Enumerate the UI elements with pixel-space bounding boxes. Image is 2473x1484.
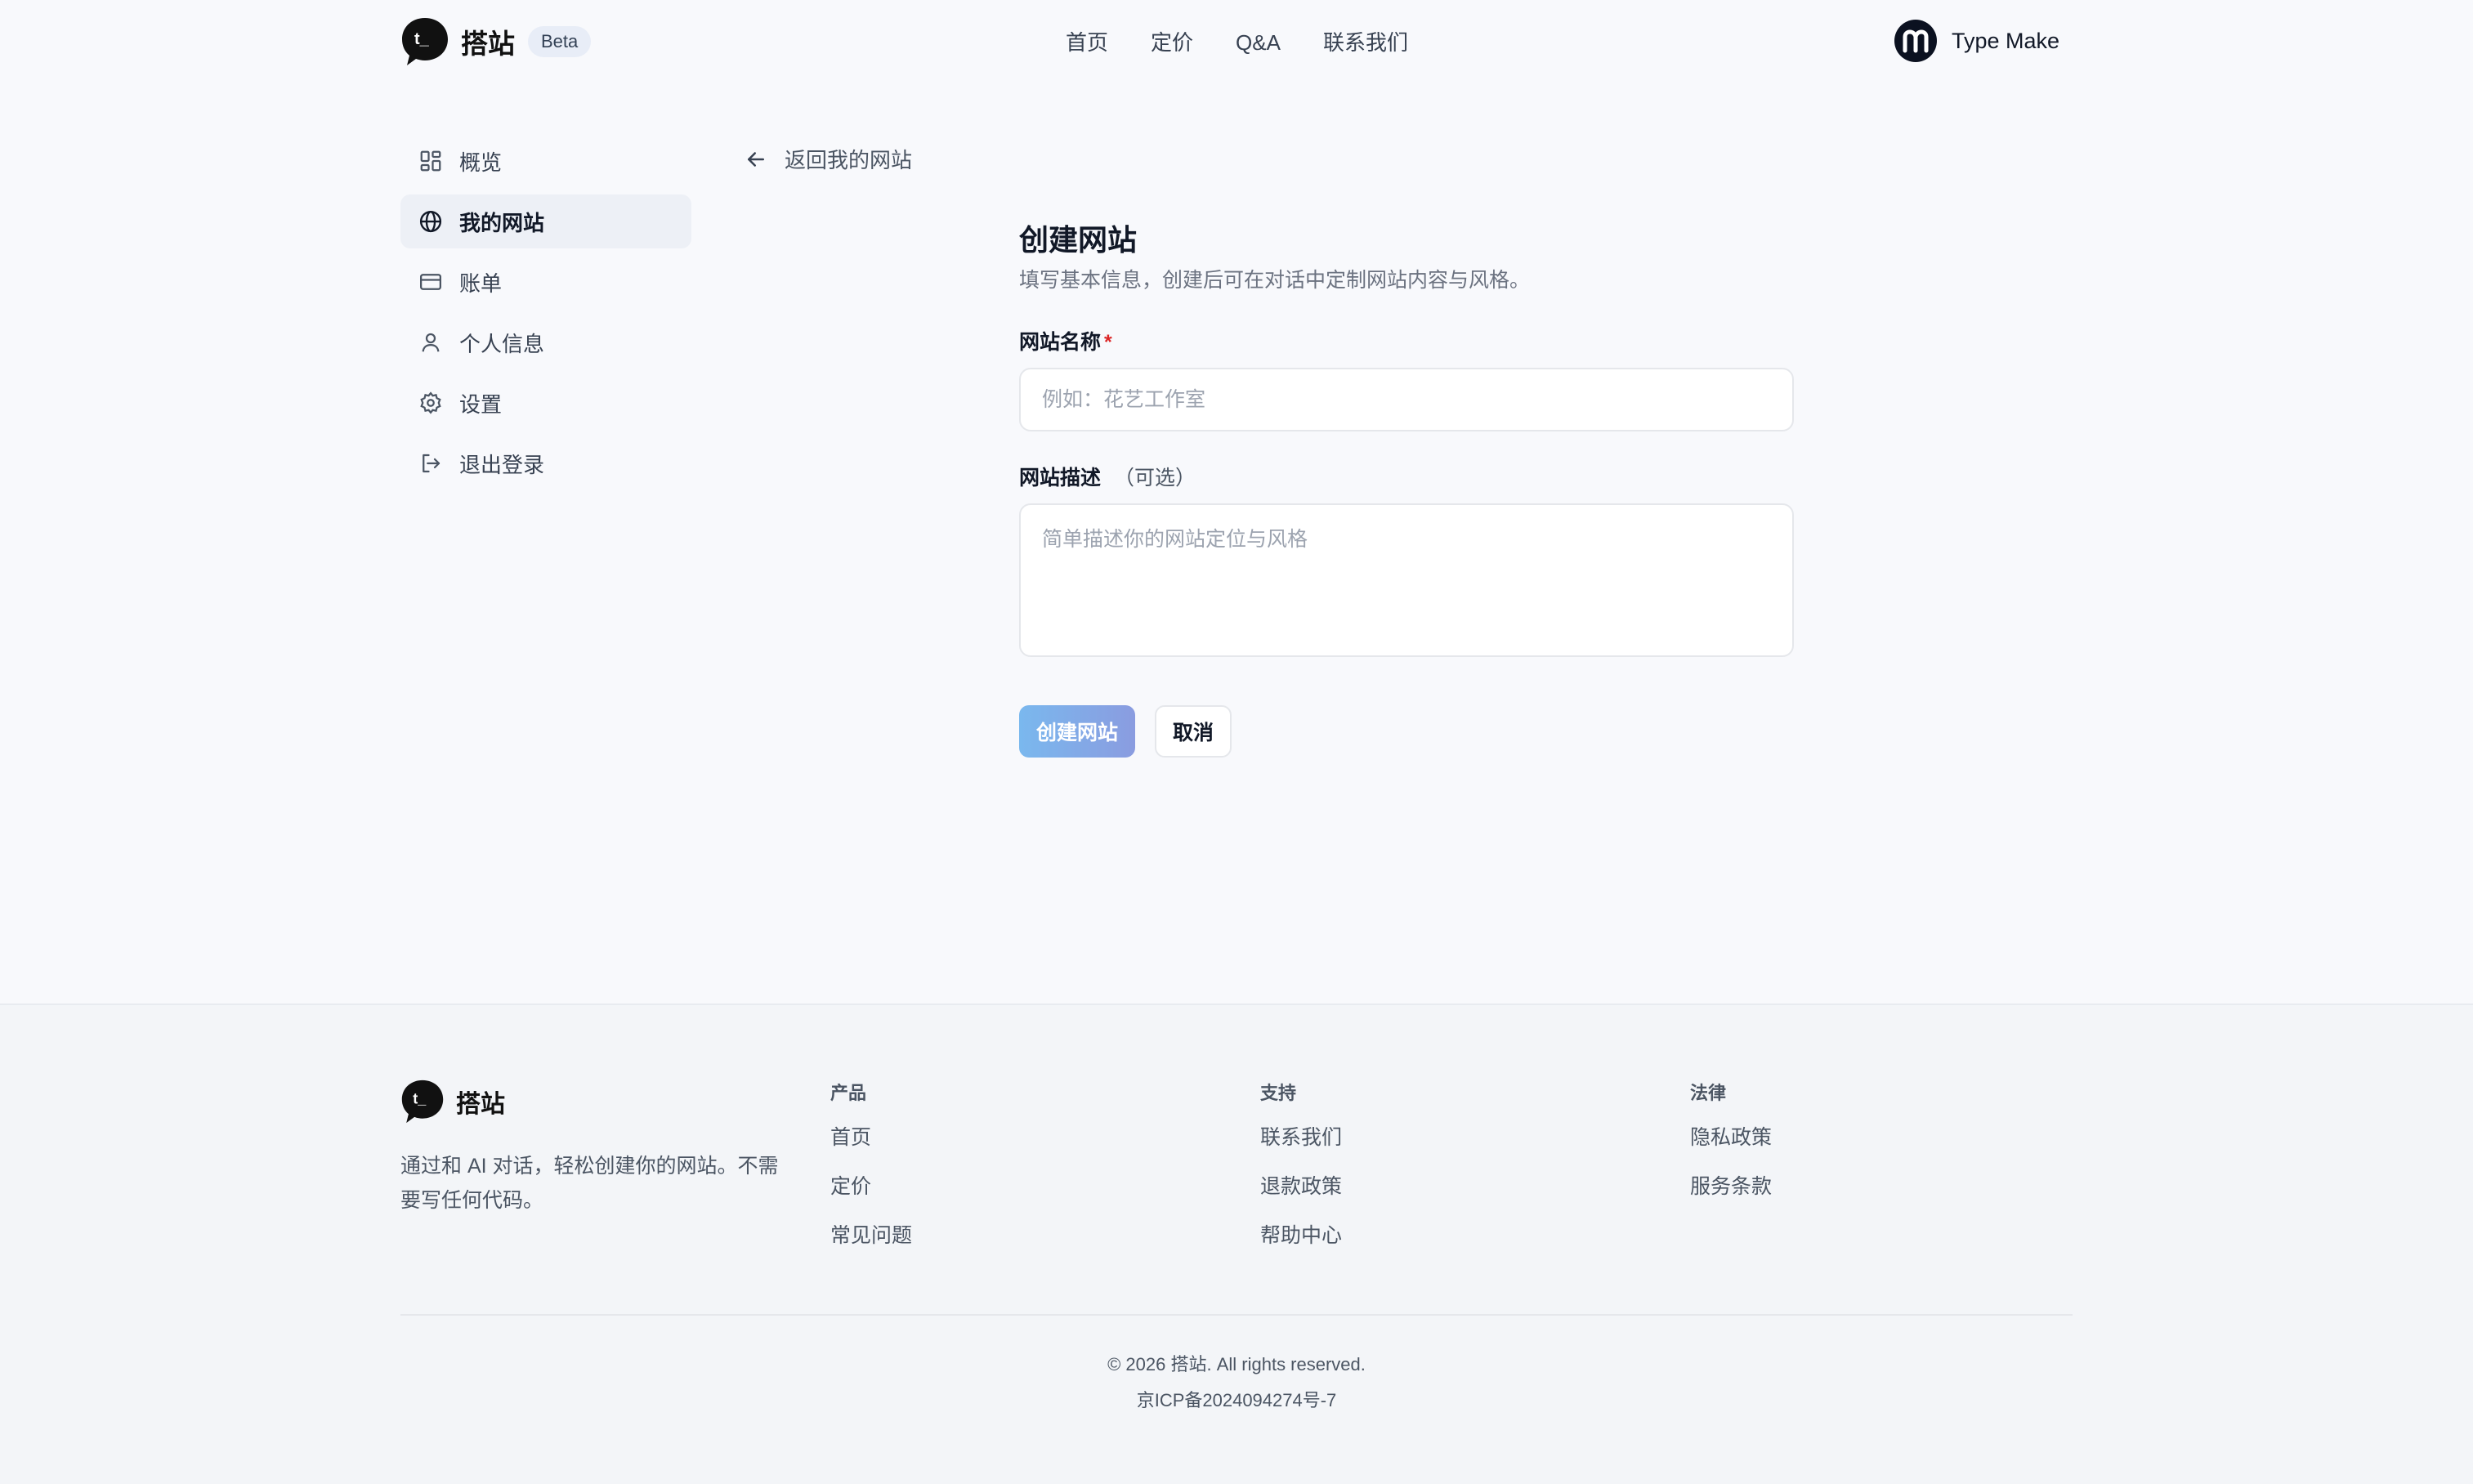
sidebar-item-label: 账单: [459, 270, 503, 296]
form-actions: 创建网站 取消: [1019, 705, 1794, 758]
sidebar-item-logout[interactable]: 退出登录: [400, 436, 691, 490]
footer-link-home[interactable]: 首页: [830, 1123, 912, 1152]
brand[interactable]: t_ 搭站 Beta: [400, 16, 592, 67]
site-header: t_ 搭站 Beta 首页 定价 Q&A 联系我们 Type Make: [0, 0, 2473, 85]
create-site-button[interactable]: 创建网站: [1019, 705, 1135, 758]
footer-link-refund[interactable]: 退款政策: [1260, 1172, 1342, 1201]
sidebar-item-billing[interactable]: 账单: [400, 255, 691, 309]
footer-link-contact[interactable]: 联系我们: [1260, 1123, 1342, 1152]
back-link-label: 返回我的网站: [785, 148, 913, 172]
site-name-label-text: 网站名称: [1019, 331, 1102, 354]
footer-link-help[interactable]: 帮助中心: [1260, 1221, 1342, 1250]
optional-note: （可选）: [1114, 467, 1196, 489]
page-title: 创建网站: [1019, 223, 1138, 257]
site-desc-label: 网站描述 （可选）: [1019, 467, 1196, 489]
footer-column-product: 产品 首页 定价 常见问题: [830, 1080, 912, 1270]
footer-brand[interactable]: t_ 搭站: [400, 1079, 505, 1124]
cancel-button[interactable]: 取消: [1155, 705, 1232, 758]
nav-qa[interactable]: Q&A: [1236, 28, 1281, 57]
user-menu[interactable]: Type Make: [1894, 20, 2059, 62]
beta-badge: Beta: [528, 26, 592, 57]
site-desc-label-text: 网站描述: [1019, 467, 1102, 489]
sidebar-item-profile[interactable]: 个人信息: [400, 315, 691, 369]
grid-icon: [420, 150, 441, 172]
copyright: © 2026 搭站. All rights reserved.: [1107, 1354, 1366, 1374]
page-subtitle: 填写基本信息，创建后可在对话中定制网站内容与风格。: [1019, 269, 1531, 292]
footer-column-heading: 法律: [1690, 1083, 1727, 1103]
site-name-label: 网站名称 *: [1019, 331, 1112, 354]
site-name-input[interactable]: [1019, 368, 1794, 431]
avatar-m-icon: [1903, 29, 1929, 53]
footer-tagline: 通过和 AI 对话，轻松创建你的网站。不需要写任何代码。: [400, 1155, 779, 1212]
arrow-left-icon: [748, 151, 764, 167]
sidebar-item-my-sites[interactable]: 我的网站: [400, 194, 691, 248]
footer-link-privacy[interactable]: 隐私政策: [1690, 1123, 1772, 1152]
footer-link-pricing[interactable]: 定价: [830, 1172, 912, 1201]
top-nav: 首页 定价 Q&A 联系我们: [1066, 28, 1451, 57]
footer-brand-name: 搭站: [456, 1091, 505, 1118]
sidebar-item-label: 概览: [459, 150, 503, 175]
sidebar-item-label: 退出登录: [459, 452, 545, 477]
avatar: [1894, 20, 1937, 62]
site-desc-field: 网站描述 （可选）: [1019, 464, 1794, 661]
icp-license[interactable]: 京ICP备2024094274号-7: [0, 1388, 2473, 1414]
user-icon: [422, 333, 440, 352]
site-footer: t_ 搭站 通过和 AI 对话，轻松创建你的网站。不需要写任何代码。 产品 首页…: [0, 1003, 2473, 1484]
sidebar-item-settings[interactable]: 设置: [400, 376, 691, 430]
logo-glyph: t_: [413, 1091, 427, 1107]
site-name-field: 网站名称 *: [1019, 329, 1794, 431]
create-site-form: 创建网站 填写基本信息，创建后可在对话中定制网站内容与风格。 网站名称* 网站描…: [1019, 221, 1794, 758]
brand-name: 搭站: [461, 29, 515, 59]
user-name: Type Make: [1952, 28, 2060, 53]
sidebar-item-overview[interactable]: 概览: [400, 134, 691, 188]
nav-contact[interactable]: 联系我们: [1323, 28, 1408, 57]
sidebar: 概览 我的网站 账单 个人信息 设置 退出登录: [400, 134, 691, 497]
footer-column-legal: 法律 隐私政策 服务条款: [1690, 1080, 1772, 1221]
required-mark: *: [1104, 331, 1112, 354]
footer-column-support: 支持 联系我们 退款政策 帮助中心: [1260, 1080, 1342, 1270]
sidebar-item-label: 设置: [459, 391, 503, 417]
logo-icon: t_: [402, 18, 448, 65]
footer-link-terms[interactable]: 服务条款: [1690, 1172, 1772, 1201]
logo-icon: t_: [401, 1079, 444, 1124]
logo-glyph: t_: [414, 30, 430, 48]
sidebar-item-label: 我的网站: [459, 210, 545, 235]
sidebar-item-label: 个人信息: [459, 331, 545, 356]
logout-icon: [423, 454, 440, 473]
footer-divider: [400, 1314, 2073, 1316]
credit-card-icon: [420, 274, 441, 290]
nav-home[interactable]: 首页: [1066, 28, 1108, 57]
footer-column-heading: 产品: [830, 1083, 867, 1103]
gear-icon: [420, 391, 441, 414]
footer-link-faq[interactable]: 常见问题: [830, 1221, 912, 1250]
footer-column-heading: 支持: [1260, 1083, 1297, 1103]
site-desc-textarea[interactable]: [1019, 503, 1794, 657]
globe-icon: [419, 210, 442, 233]
back-to-my-sites-link[interactable]: 返回我的网站: [744, 144, 912, 174]
nav-pricing[interactable]: 定价: [1151, 28, 1193, 57]
